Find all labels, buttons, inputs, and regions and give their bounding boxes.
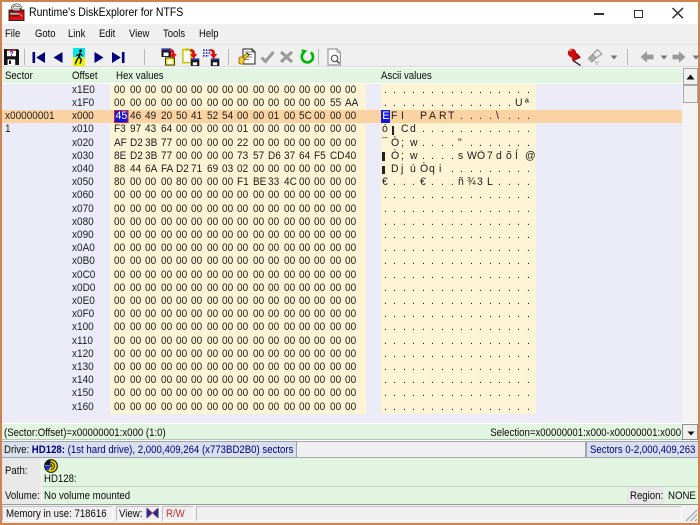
svg-text:?: ? xyxy=(9,51,13,58)
